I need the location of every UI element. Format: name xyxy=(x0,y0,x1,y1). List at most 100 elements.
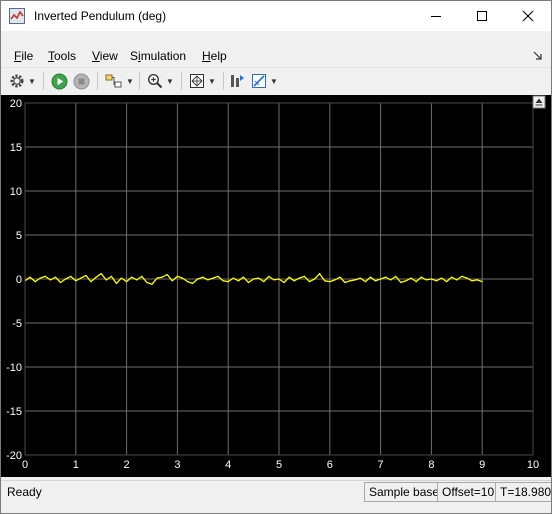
stop-icon xyxy=(73,73,90,89)
autoscale-button[interactable]: ▼ xyxy=(189,72,216,90)
trace-point xyxy=(476,279,478,281)
cursor-measurements-icon xyxy=(231,75,244,87)
trace-point xyxy=(258,277,260,279)
scope-plot[interactable]: 20 15 10 5 0 -5 -10 -15 -20 0 1 2 3 4 5 6 7 8 9 10 xyxy=(1,95,551,477)
autoscale-dropdown-arrow[interactable]: ▼ xyxy=(208,77,216,86)
trace-point xyxy=(298,277,300,279)
trace-point xyxy=(242,276,245,278)
trace-point xyxy=(461,275,463,277)
trace-point xyxy=(344,281,346,284)
maximize-button[interactable] xyxy=(459,1,505,31)
trace-point xyxy=(212,277,214,279)
toolbar: ▼ ▼ ▼ ▼ ▼ xyxy=(1,67,551,94)
trace-point xyxy=(293,280,295,282)
trace-point xyxy=(349,280,351,282)
trace-point xyxy=(161,276,163,278)
menu-file-rest: ile xyxy=(21,49,34,63)
toolbar-separator xyxy=(223,72,224,90)
trace-point xyxy=(263,281,265,283)
window-title: Inverted Pendulum (deg) xyxy=(34,9,167,23)
signal-statistics-button[interactable]: ▼ xyxy=(251,72,278,90)
x-tick-label: 6 xyxy=(327,459,333,471)
y-tick-label: 20 xyxy=(10,98,22,110)
trace-point xyxy=(446,281,448,283)
trace-point xyxy=(466,277,468,279)
trace-point xyxy=(136,279,138,281)
trace-point xyxy=(222,280,224,282)
trace-point xyxy=(151,283,153,285)
trace-point xyxy=(273,279,275,281)
trace-point xyxy=(197,278,199,280)
trace-point xyxy=(146,281,148,284)
settings-button[interactable]: ▼ xyxy=(9,72,36,90)
y-tick-label: 10 xyxy=(10,186,22,198)
trace-point xyxy=(70,275,72,277)
trace-point xyxy=(126,281,128,283)
trace-point xyxy=(49,279,52,281)
highlight-dropdown-arrow[interactable]: ▼ xyxy=(126,77,134,86)
stop-button[interactable] xyxy=(73,72,90,90)
scope-display[interactable]: 20 15 10 5 0 -5 -10 -15 -20 0 1 2 3 4 5 6 7 8 9 10 xyxy=(1,95,551,477)
trace-point xyxy=(253,278,255,280)
trace-point xyxy=(232,277,234,279)
menu-simulation-rest: mulation xyxy=(140,49,187,63)
trace-point xyxy=(430,278,432,280)
title-bar[interactable]: Inverted Pendulum (deg) xyxy=(1,1,551,31)
status-bar: Ready Sample based Offset=10 T=18.980 xyxy=(1,480,551,503)
trace-point xyxy=(329,281,331,283)
menu-view[interactable]: View xyxy=(92,49,118,63)
trace-point xyxy=(85,274,87,277)
trace-point xyxy=(334,279,336,281)
trace-point xyxy=(395,275,397,277)
minimize-button[interactable] xyxy=(413,1,459,31)
menu-tools-rest: ools xyxy=(54,49,77,63)
trace-point xyxy=(390,279,392,281)
y-tick-label: -15 xyxy=(6,406,22,418)
trace-point xyxy=(456,279,458,281)
trace-point xyxy=(80,277,82,279)
menu-simulation[interactable]: Simulation xyxy=(130,49,186,63)
trace-point xyxy=(278,278,280,280)
run-button[interactable] xyxy=(51,72,68,90)
trace-point xyxy=(65,278,67,280)
x-tick-label: 0 xyxy=(22,459,28,471)
menu-view-mnemonic: V xyxy=(92,49,100,63)
trace-point xyxy=(415,281,417,283)
trace-point xyxy=(354,279,356,281)
trace-point xyxy=(339,276,341,278)
trace-point xyxy=(425,279,427,281)
statistics-dropdown-arrow[interactable]: ▼ xyxy=(270,77,278,86)
trace-point xyxy=(44,275,46,277)
dock-arrow-icon[interactable] xyxy=(533,51,543,61)
maximize-axes-button[interactable] xyxy=(532,95,546,109)
x-tick-label: 8 xyxy=(428,459,434,471)
minimize-icon xyxy=(431,16,441,17)
trace-point xyxy=(374,280,377,282)
y-tick-label: -20 xyxy=(6,450,22,462)
trace-point xyxy=(207,279,209,281)
y-tick-label: -5 xyxy=(12,318,22,330)
menu-tools[interactable]: Tools xyxy=(48,49,76,63)
close-button[interactable] xyxy=(505,1,551,31)
trace-point xyxy=(385,276,387,278)
trace-point xyxy=(176,275,178,277)
x-tick-label: 2 xyxy=(124,459,130,471)
trace-point xyxy=(156,277,158,279)
settings-gear-icon xyxy=(10,74,24,88)
run-icon xyxy=(51,73,68,89)
cursor-measurements-button[interactable] xyxy=(229,72,245,90)
scope-window: Inverted Pendulum (deg) File Tools View … xyxy=(0,0,552,514)
menu-help[interactable]: Help xyxy=(202,49,227,63)
menu-view-rest: iew xyxy=(99,49,118,63)
zoom-button[interactable]: ▼ xyxy=(147,72,174,90)
trace-point xyxy=(364,281,366,283)
highlight-block-button[interactable]: ▼ xyxy=(105,72,134,90)
trace-point xyxy=(308,281,311,283)
y-tick-label: 15 xyxy=(10,142,22,154)
menu-file[interactable]: File xyxy=(14,49,33,63)
trace-point xyxy=(105,279,107,281)
settings-dropdown-arrow[interactable]: ▼ xyxy=(28,77,36,86)
zoom-dropdown-arrow[interactable]: ▼ xyxy=(166,77,174,86)
menu-help-mnemonic: H xyxy=(202,49,211,63)
status-time: T=18.980 xyxy=(495,482,551,502)
